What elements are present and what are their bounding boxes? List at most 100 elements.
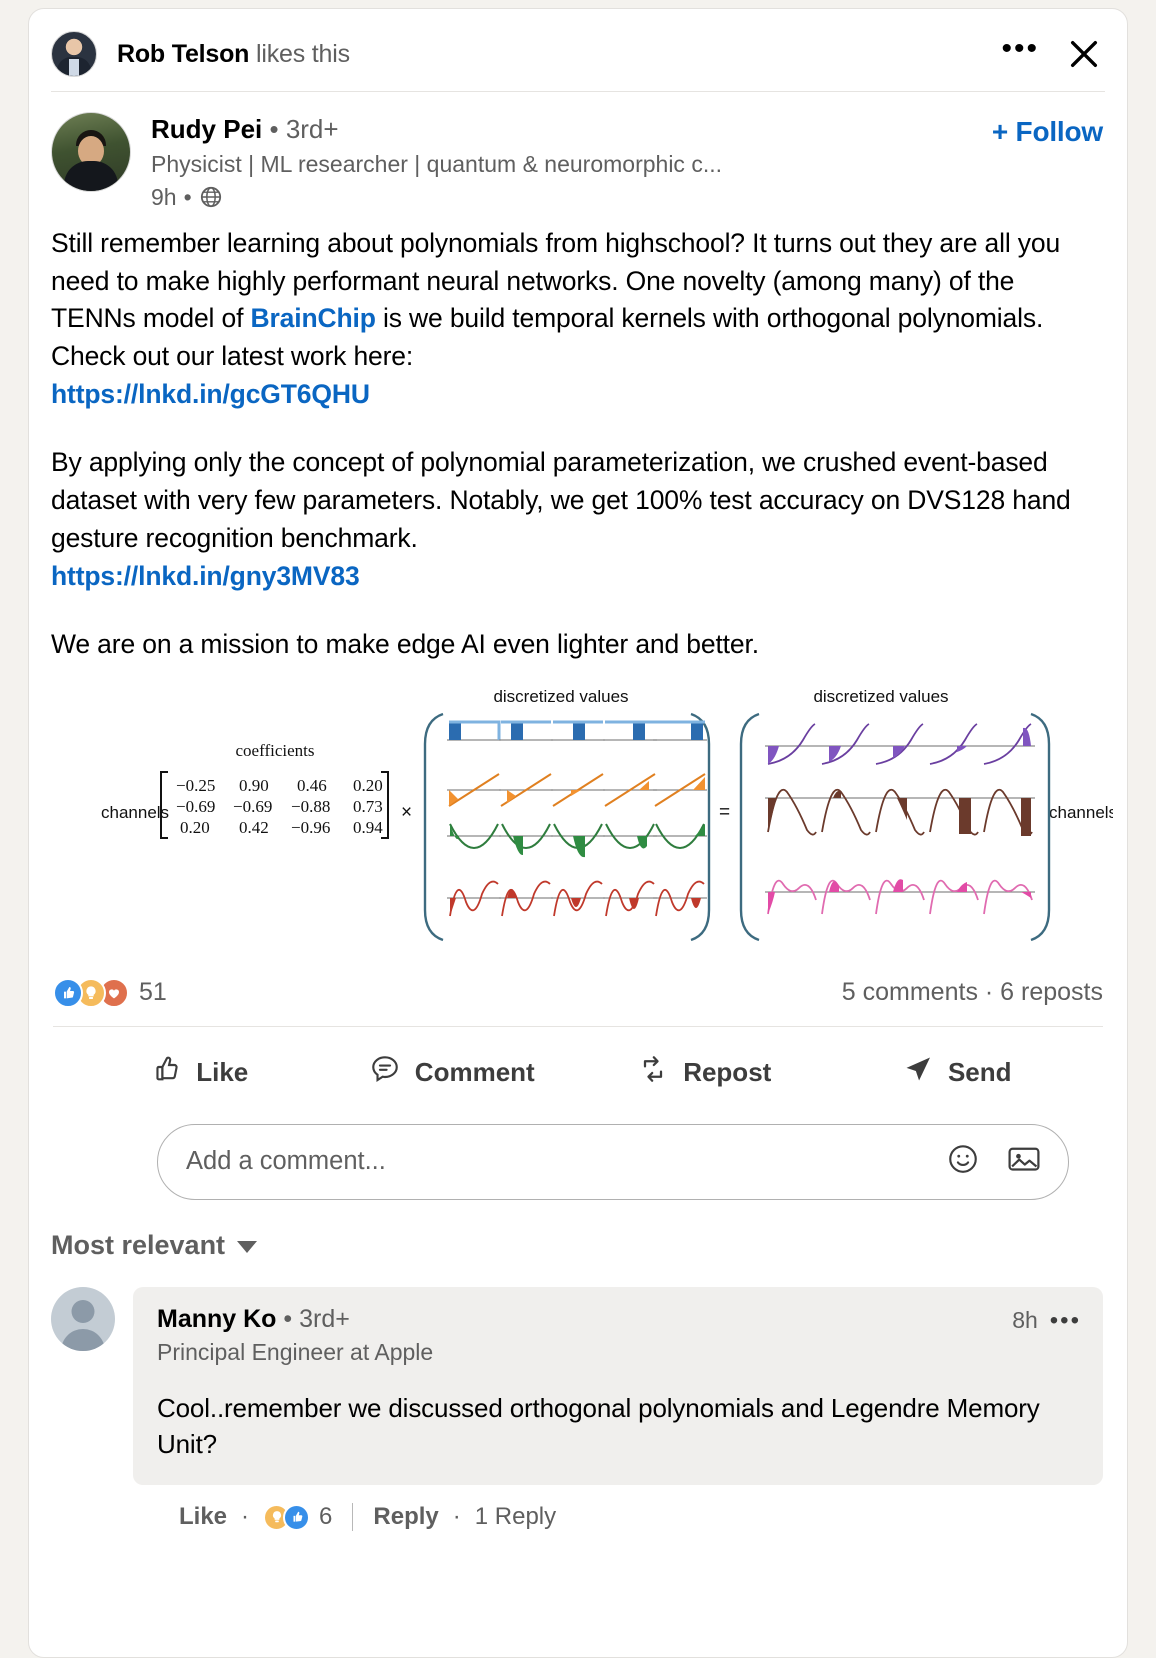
right-matrix-bracket-open <box>739 712 760 941</box>
comment-bubble: Manny Ko • 3rd+ Principal Engineer at Ap… <box>133 1286 1103 1486</box>
kernel-row-brown <box>765 788 1035 836</box>
emoji-icon[interactable] <box>946 1142 980 1181</box>
comment-action-bar: Like · 6 Reply · 1 Reply <box>29 1485 1127 1532</box>
left-matrix-bracket-open <box>423 712 444 941</box>
commenter-identity: Manny Ko • 3rd+ Principal Engineer at Ap… <box>157 1305 1012 1366</box>
commenter-name-line: Manny Ko • 3rd+ <box>157 1305 1012 1334</box>
like-icon <box>283 1503 311 1531</box>
comment-input-row: Add a comment... <box>29 1102 1127 1200</box>
comment-button-label: Comment <box>414 1056 535 1087</box>
comment-reaction-icons[interactable] <box>263 1503 311 1531</box>
commenter-avatar[interactable] <box>51 1286 115 1351</box>
comment-header: Manny Ko • 3rd+ Principal Engineer at Ap… <box>157 1305 1081 1366</box>
actor-action: likes this <box>249 39 350 68</box>
social-context-text: Rob Telson likes this <box>117 40 350 69</box>
author-headline: Physicist | ML researcher | quantum & ne… <box>151 150 722 177</box>
post-card: Rob Telson likes this ••• Rudy Pei • 3rd… <box>28 8 1128 1658</box>
author-timestamp-row: 9h • <box>151 184 982 211</box>
page-root: Rob Telson likes this ••• Rudy Pei • 3rd… <box>0 0 1156 1658</box>
author-meta: Rudy Pei • 3rd+ Physicist | ML researche… <box>151 112 982 211</box>
comment-item: Manny Ko • 3rd+ Principal Engineer at Ap… <box>29 1261 1127 1486</box>
author-degree: 3rd+ <box>285 114 339 144</box>
comments-reposts-count[interactable]: 5 comments · 6 reposts <box>842 978 1103 1007</box>
post-link-1[interactable]: https://lnkd.in/gcGT6QHU <box>51 379 370 409</box>
thumbs-up-icon <box>150 1053 182 1092</box>
basis-row-blue <box>447 720 707 741</box>
comment-input-box[interactable]: Add a comment... <box>157 1123 1069 1200</box>
discretized-label-right: discretized values <box>813 687 948 706</box>
kernel-row-pink <box>765 878 1035 914</box>
coefficients-label: coefficients <box>236 741 315 760</box>
send-button[interactable]: Send <box>831 1043 1084 1102</box>
close-icon[interactable] <box>1053 37 1103 71</box>
kernel-row-purple <box>765 722 1035 765</box>
svg-text:0.42: 0.42 <box>239 818 269 837</box>
post-link-2[interactable]: https://lnkd.in/gny3MV83 <box>51 561 360 591</box>
reaction-count: 51 <box>139 978 167 1007</box>
author-name[interactable]: Rudy Pei <box>151 114 262 144</box>
comment-sort-label: Most relevant <box>51 1229 226 1260</box>
reaction-icons-group[interactable]: 51 <box>53 977 167 1008</box>
commenter-degree: 3rd+ <box>299 1304 350 1333</box>
comment-bubble-icon <box>369 1053 401 1092</box>
actor-name[interactable]: Rob Telson <box>117 40 249 68</box>
follow-button[interactable]: + Follow <box>982 112 1103 148</box>
like-button-label: Like <box>196 1056 249 1087</box>
channels-label-right: channels <box>1049 803 1113 822</box>
ellipsis-icon[interactable]: ••• <box>1050 1307 1081 1335</box>
right-matrix-bracket-close <box>1030 712 1051 941</box>
author-separator: • <box>262 114 286 144</box>
basis-row-red <box>447 880 707 916</box>
post-author-row: Rudy Pei • 3rd+ Physicist | ML researche… <box>29 92 1127 211</box>
svg-text:0.20: 0.20 <box>180 818 210 837</box>
comment-like-button[interactable]: Like <box>179 1503 227 1531</box>
comment-sort-dropdown[interactable]: Most relevant <box>29 1200 281 1261</box>
image-icon[interactable] <box>1006 1142 1042 1181</box>
comment-meta: 8h ••• <box>1012 1305 1081 1335</box>
svg-text:0.20: 0.20 <box>353 776 383 795</box>
social-counts-row: 51 5 comments · 6 reposts <box>29 968 1127 1008</box>
commenter-headline: Principal Engineer at Apple <box>157 1338 434 1365</box>
svg-text:−0.69: −0.69 <box>233 797 272 816</box>
post-paragraph-1: Still remember learning about polynomial… <box>51 225 1087 377</box>
send-icon <box>902 1053 934 1092</box>
comment-button[interactable]: Comment <box>326 1043 579 1102</box>
repost-button[interactable]: Repost <box>578 1043 831 1102</box>
comment-action-dot-2: · <box>452 1503 461 1531</box>
coefficient-matrix: −0.25 0.90 0.46 0.20 −0.69 −0.69 −0.88 0.73 0.… <box>176 776 383 837</box>
basis-row-green <box>447 823 707 857</box>
comment-replies-link[interactable]: 1 Reply <box>475 1503 556 1531</box>
svg-text:−0.96: −0.96 <box>291 818 330 837</box>
svg-text:0.46: 0.46 <box>297 776 327 795</box>
commenter-name[interactable]: Manny Ko <box>157 1305 276 1333</box>
equals-operator: = <box>719 802 730 823</box>
comment-input-placeholder[interactable]: Add a comment... <box>186 1147 946 1176</box>
svg-text:−0.88: −0.88 <box>291 797 330 816</box>
social-context-header: Rob Telson likes this ••• <box>29 9 1127 91</box>
comment-input-icons <box>946 1142 1042 1181</box>
chevron-down-icon <box>237 1241 258 1254</box>
company-mention[interactable]: BrainChip <box>251 303 376 333</box>
like-icon <box>53 977 83 1008</box>
post-link-1-wrap: https://lnkd.in/gcGT6QHU <box>51 376 1087 414</box>
author-avatar[interactable] <box>51 112 131 192</box>
comment-timestamp: 8h <box>1012 1307 1038 1334</box>
post-body: Still remember learning about polynomial… <box>29 211 1127 664</box>
left-matrix-bracket-close <box>690 712 711 941</box>
repost-icon <box>637 1053 669 1092</box>
svg-text:0.94: 0.94 <box>353 818 383 837</box>
avatar-body <box>64 161 118 191</box>
post-link-2-wrap: https://lnkd.in/gny3MV83 <box>51 558 1087 596</box>
comment-reaction-count: 6 <box>319 1503 333 1531</box>
avatar[interactable] <box>51 31 97 77</box>
post-figure[interactable]: coefficients channels discretized values… <box>29 664 1127 968</box>
comment-reply-button[interactable]: Reply <box>373 1503 438 1531</box>
like-button[interactable]: Like <box>73 1043 326 1102</box>
author-name-line: Rudy Pei • 3rd+ <box>151 114 982 145</box>
comment-action-dot-1: · <box>241 1503 250 1531</box>
comment-text: Cool..remember we discussed orthogonal p… <box>157 1392 1040 1460</box>
post-action-bar: Like Comment Repost Send <box>29 1027 1127 1102</box>
ellipsis-icon[interactable]: ••• <box>1001 34 1053 74</box>
post-timestamp: 9h <box>151 183 177 210</box>
basis-row-orange <box>447 772 707 807</box>
